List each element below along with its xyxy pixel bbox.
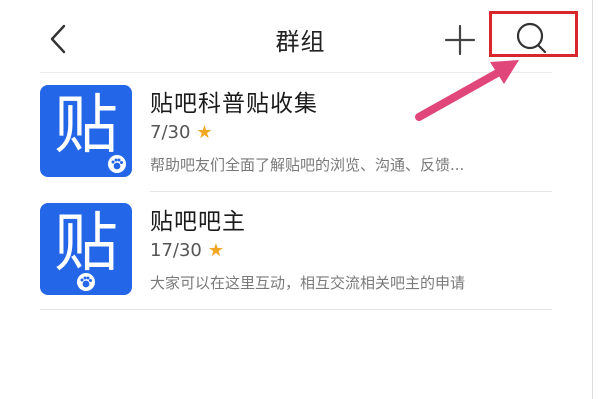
list-divider: [150, 191, 552, 192]
avatar-glyph: 贴: [54, 207, 118, 281]
group-avatar: 贴: [40, 203, 132, 295]
group-description: 大家可以在这里互动，相互交流相关吧主的申请: [150, 274, 466, 292]
group-avatar: 贴: [40, 85, 132, 177]
list-divider: [40, 309, 552, 310]
member-count: 7/30 ★: [150, 122, 213, 143]
highlight-box: [489, 11, 578, 57]
group-name: 贴吧科普贴收集: [150, 91, 318, 117]
paw-icon: [108, 155, 126, 173]
avatar-glyph: 贴: [54, 89, 118, 163]
add-group-button[interactable]: [440, 20, 480, 60]
member-count: 17/30 ★: [150, 240, 224, 261]
group-list-item[interactable]: 贴 贴吧科普贴收集 7/30 ★ 帮助吧友们全面了解贴吧的浏览、沟通、反馈...: [0, 80, 601, 200]
top-bar: 群组: [0, 0, 592, 78]
plus-icon: [444, 24, 476, 56]
header-divider: [40, 72, 552, 73]
group-name: 贴吧吧主: [150, 209, 246, 235]
member-count-value: 7/30: [150, 122, 191, 143]
screen-edge: [592, 0, 593, 399]
group-list-item[interactable]: 贴 贴吧吧主 17/30 ★ 大家可以在这里互动，相互交流相关吧主的申请: [0, 198, 601, 318]
star-icon: ★: [196, 122, 213, 143]
paw-icon: [77, 273, 95, 291]
star-icon: ★: [207, 240, 225, 261]
member-count-value: 17/30: [150, 240, 202, 261]
group-description: 帮助吧友们全面了解贴吧的浏览、沟通、反馈...: [150, 156, 465, 174]
